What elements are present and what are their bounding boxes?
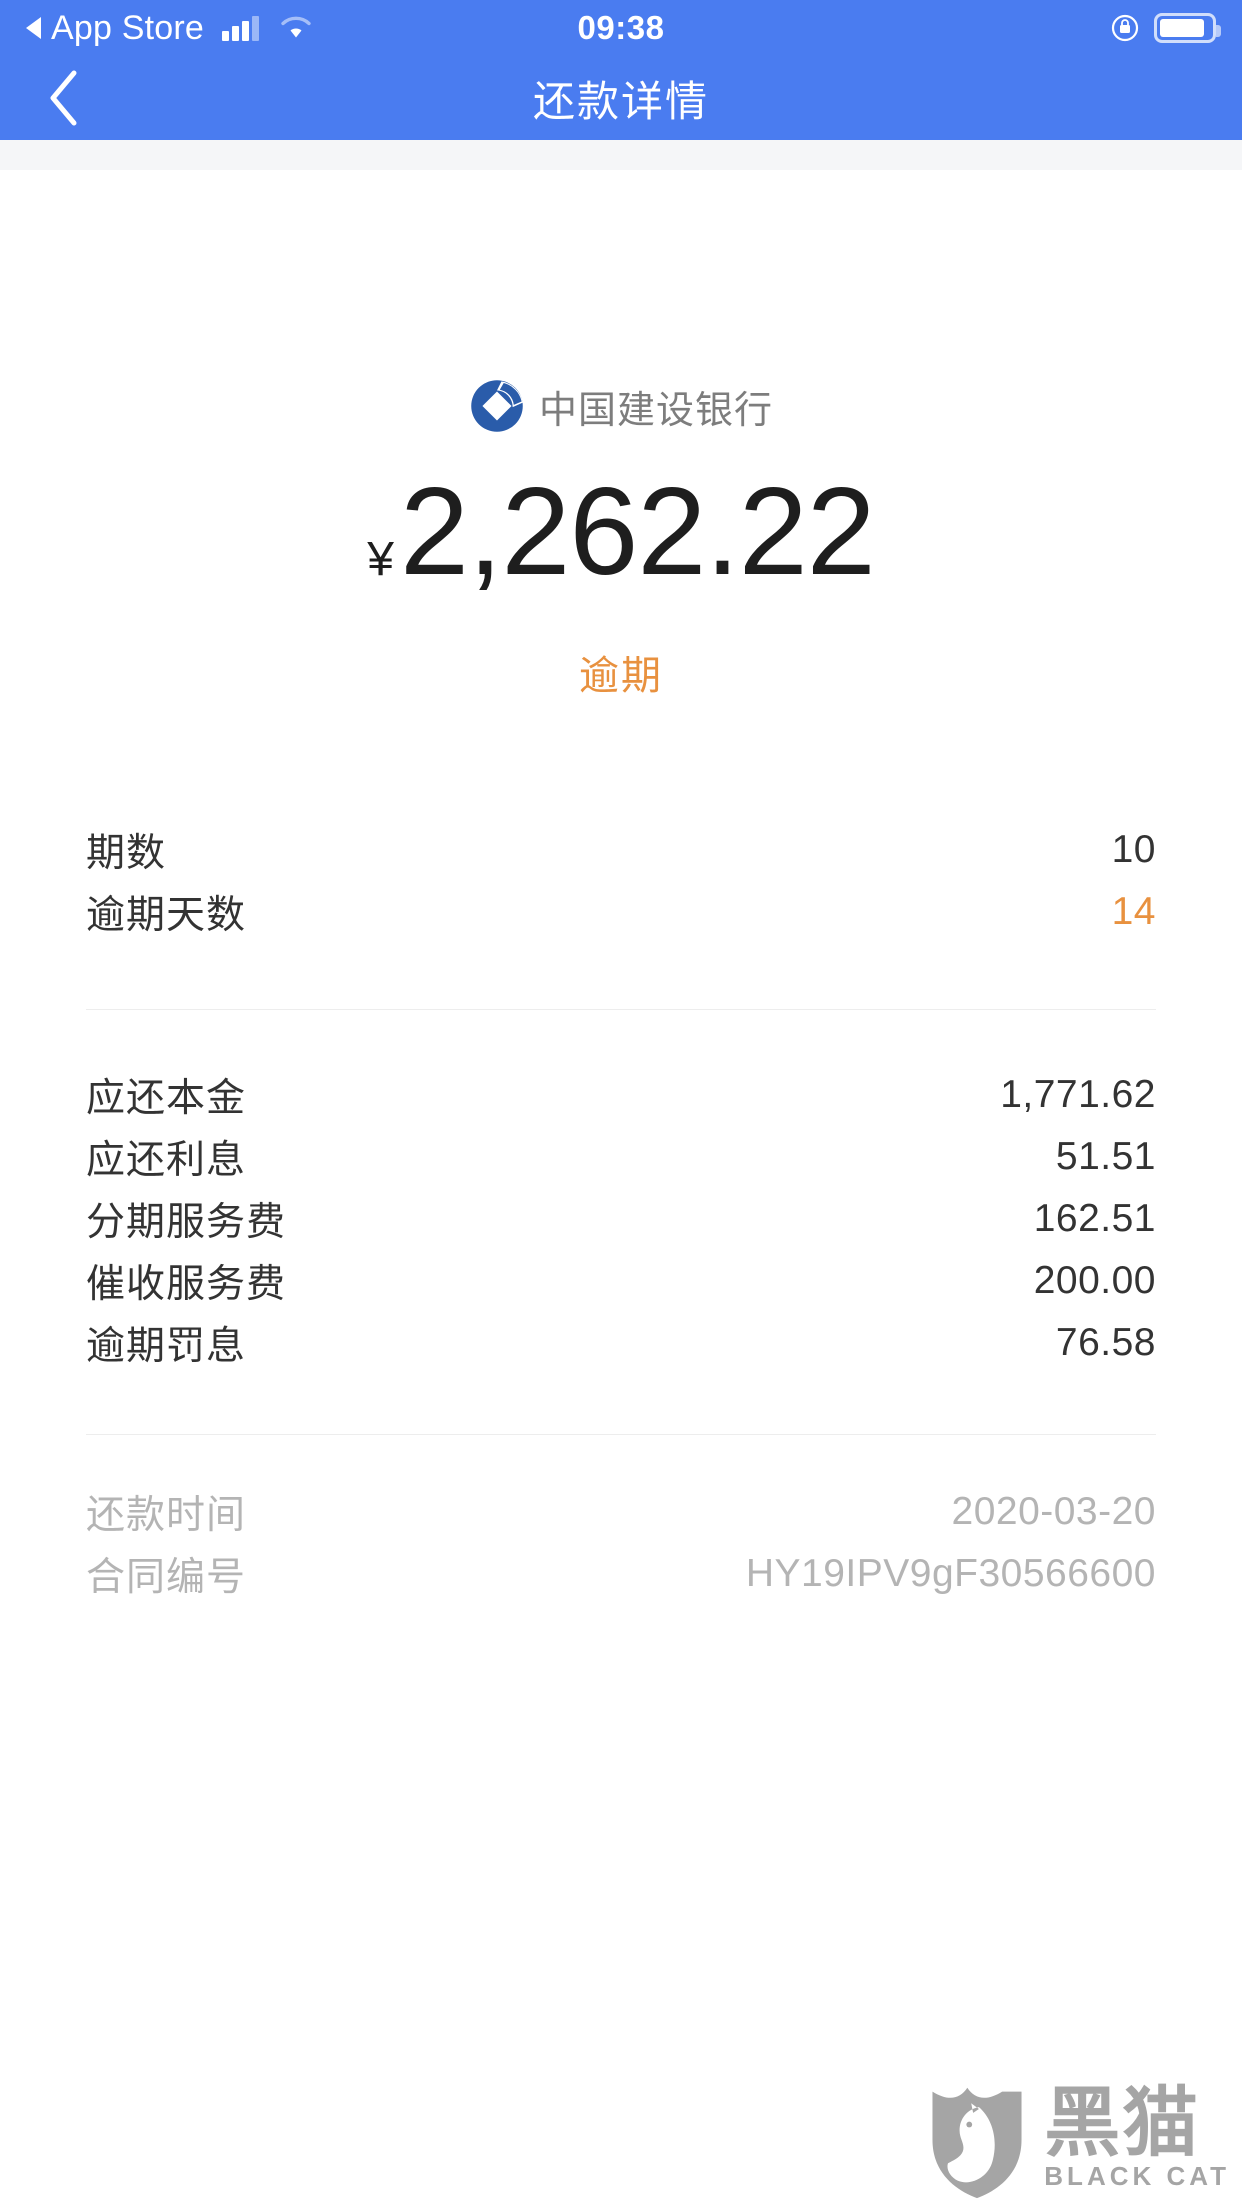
navigation-bar: 还款详情 bbox=[0, 56, 1242, 140]
status-bar: App Store 09:38 bbox=[0, 0, 1242, 56]
table-row: 应还利息 51.51 bbox=[86, 1126, 1156, 1188]
row-value: 200.00 bbox=[1033, 1259, 1156, 1303]
table-row: 还款时间 2020-03-20 bbox=[86, 1481, 1156, 1543]
watermark: 黑猫 BLACK CAT bbox=[928, 2080, 1230, 2200]
row-value: 14 bbox=[1111, 890, 1156, 934]
bank-brand: 中国建设银行 bbox=[0, 378, 1242, 434]
row-label: 还款时间 bbox=[86, 1494, 247, 1538]
section-gap-strip bbox=[0, 140, 1242, 170]
black-cat-shield-icon bbox=[928, 2080, 1026, 2200]
total-amount: ¥2,262.22 bbox=[0, 470, 1242, 597]
row-label: 应还利息 bbox=[86, 1139, 247, 1183]
row-value: 162.51 bbox=[1033, 1197, 1156, 1241]
phone-screen: App Store 09:38 还款详情 中国建设银行 ¥2,262.22 逾期… bbox=[0, 0, 1242, 2208]
breakdown-group: 应还本金 1,771.62 应还利息 51.51 分期服务费 162.51 催收… bbox=[0, 1064, 1242, 1374]
amount-value: 2,262.22 bbox=[400, 463, 876, 601]
row-value: 10 bbox=[1111, 828, 1156, 872]
row-value: 76.58 bbox=[1055, 1321, 1156, 1365]
watermark-text: 黑猫 BLACK CAT bbox=[1044, 2077, 1230, 2193]
chevron-left-icon bbox=[44, 67, 84, 129]
main-content: 中国建设银行 ¥2,262.22 逾期 期数 10 逾期天数 14 应还本金 1… bbox=[0, 170, 1242, 1606]
row-label: 逾期罚息 bbox=[86, 1325, 247, 1369]
table-row: 应还本金 1,771.62 bbox=[86, 1064, 1156, 1126]
row-value: HY19IPV9gF30566600 bbox=[745, 1552, 1156, 1596]
row-label: 逾期天数 bbox=[86, 894, 247, 938]
back-button[interactable] bbox=[44, 56, 128, 140]
table-row: 合同编号 HY19IPV9gF30566600 bbox=[86, 1543, 1156, 1605]
ccb-bank-logo-icon bbox=[469, 378, 525, 434]
page-title: 还款详情 bbox=[532, 77, 709, 125]
row-label: 应还本金 bbox=[86, 1077, 247, 1121]
divider bbox=[86, 1009, 1156, 1011]
meta-group: 还款时间 2020-03-20 合同编号 HY19IPV9gF30566600 bbox=[0, 1481, 1242, 1605]
table-row: 逾期罚息 76.58 bbox=[86, 1312, 1156, 1374]
currency-symbol: ¥ bbox=[367, 533, 394, 587]
bank-name: 中国建设银行 bbox=[538, 389, 773, 432]
row-label: 合同编号 bbox=[86, 1556, 247, 1600]
table-row: 分期服务费 162.51 bbox=[86, 1188, 1156, 1250]
battery-icon bbox=[1154, 13, 1221, 43]
row-label: 分期服务费 bbox=[86, 1201, 287, 1245]
row-label: 催收服务费 bbox=[86, 1263, 287, 1307]
divider bbox=[86, 1434, 1156, 1436]
row-label: 期数 bbox=[86, 832, 167, 876]
row-value: 51.51 bbox=[1055, 1135, 1156, 1179]
table-row: 期数 10 bbox=[86, 819, 1156, 881]
status-bar-clock: 09:38 bbox=[577, 9, 665, 46]
table-row: 催收服务费 200.00 bbox=[86, 1250, 1156, 1312]
summary-group: 期数 10 逾期天数 14 bbox=[0, 819, 1242, 943]
row-value: 1,771.62 bbox=[1000, 1073, 1156, 1117]
status-badge: 逾期 bbox=[579, 654, 663, 699]
watermark-en-label: BLACK CAT bbox=[1044, 2161, 1230, 2192]
table-row: 逾期天数 14 bbox=[86, 881, 1156, 943]
watermark-cn-label: 黑猫 bbox=[1044, 2077, 1201, 2167]
row-value: 2020-03-20 bbox=[951, 1490, 1156, 1534]
